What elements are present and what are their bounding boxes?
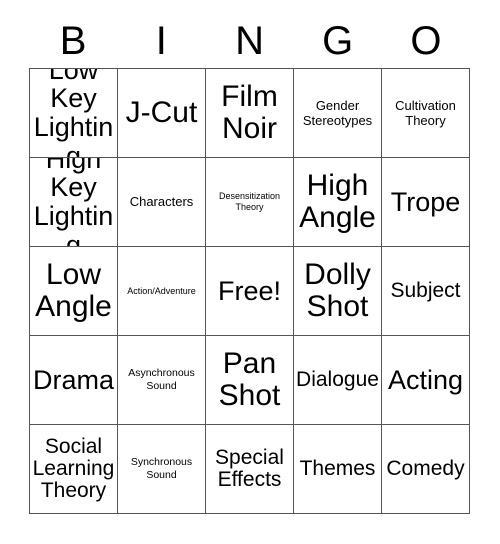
bingo-cell-label: Dolly Shot: [304, 258, 371, 323]
bingo-cell-n2[interactable]: Desensitization Theory: [206, 158, 294, 247]
bingo-cell-i4[interactable]: Asynchronous Sound: [118, 336, 206, 425]
bingo-cell-n4[interactable]: Pan Shot: [206, 336, 294, 425]
bingo-card: B I N G O Low Key Lighting J-Cut Film No…: [0, 0, 500, 544]
bingo-cell-label: Low Key Lighting: [33, 69, 114, 158]
bingo-cell-o5[interactable]: Comedy: [382, 425, 470, 514]
bingo-cell-label: Synchronous Sound: [130, 456, 193, 481]
bingo-cell-n5[interactable]: Special Effects: [206, 425, 294, 514]
bingo-cell-b2[interactable]: High Key Lighting: [30, 158, 118, 247]
bingo-cell-b4[interactable]: Drama: [30, 336, 118, 425]
bingo-cell-label: Acting: [387, 364, 464, 395]
bingo-cell-g5[interactable]: Themes: [294, 425, 382, 514]
header-letter-n: N: [235, 19, 264, 63]
bingo-cell-label: Comedy: [386, 456, 465, 480]
bingo-cell-label: Characters: [129, 194, 194, 210]
header-letter-b: B: [59, 19, 87, 63]
bingo-cell-g1[interactable]: Gender Stereotypes: [294, 69, 382, 158]
bingo-cell-label: Pan Shot: [218, 347, 281, 412]
bingo-cell-b5[interactable]: Social Learning Theory: [30, 425, 118, 514]
bingo-cell-n1[interactable]: Film Noir: [206, 69, 294, 158]
bingo-cell-label: Cultivation Theory: [395, 97, 456, 128]
bingo-cell-label: Special Effects: [215, 445, 284, 491]
bingo-cell-label: Drama: [32, 364, 114, 395]
bingo-cell-label: Desensitization Theory: [218, 191, 281, 212]
header-letter-o: O: [410, 19, 442, 63]
header-letter-i: I: [155, 19, 167, 63]
bingo-cell-i3[interactable]: Action/Adventure: [118, 247, 206, 336]
bingo-cell-label: J-Cut: [125, 96, 198, 130]
bingo-cell-label: Action/Adventure: [127, 285, 196, 296]
bingo-cell-o1[interactable]: Cultivation Theory: [382, 69, 470, 158]
bingo-cell-o3[interactable]: Subject: [382, 247, 470, 336]
bingo-grid: Low Key Lighting J-Cut Film Noir Gender …: [29, 68, 470, 514]
bingo-cell-label: Trope: [390, 186, 461, 217]
bingo-cell-label: Film Noir: [221, 80, 278, 145]
bingo-cell-b1[interactable]: Low Key Lighting: [30, 69, 118, 158]
bingo-cell-label: Social Learning Theory: [32, 434, 115, 503]
bingo-cell-free-space[interactable]: Free!: [206, 247, 294, 336]
bingo-cell-label: High Key Lighting: [33, 158, 114, 247]
bingo-cell-b3[interactable]: Low Angle: [30, 247, 118, 336]
bingo-cell-o4[interactable]: Acting: [382, 336, 470, 425]
bingo-cell-label: Themes: [299, 456, 376, 480]
bingo-cell-label: Subject: [390, 278, 461, 302]
bingo-cell-i1[interactable]: J-Cut: [118, 69, 206, 158]
bingo-cell-o2[interactable]: Trope: [382, 158, 470, 247]
bingo-cell-label: Low Angle: [35, 258, 112, 323]
bingo-cell-g3[interactable]: Dolly Shot: [294, 247, 382, 336]
bingo-cell-label: High Angle: [299, 169, 376, 234]
header-letter-g: G: [322, 19, 354, 63]
bingo-header-row: B I N G O: [29, 14, 470, 68]
bingo-cell-i2[interactable]: Characters: [118, 158, 206, 247]
bingo-cell-label: Dialogue: [296, 367, 379, 391]
bingo-cell-i5[interactable]: Synchronous Sound: [118, 425, 206, 514]
bingo-cell-label: Asynchronous Sound: [128, 367, 195, 392]
bingo-cell-label: Free!: [217, 275, 282, 306]
bingo-cell-label: Gender Stereotypes: [302, 97, 373, 128]
bingo-cell-g4[interactable]: Dialogue: [294, 336, 382, 425]
bingo-cell-g2[interactable]: High Angle: [294, 158, 382, 247]
